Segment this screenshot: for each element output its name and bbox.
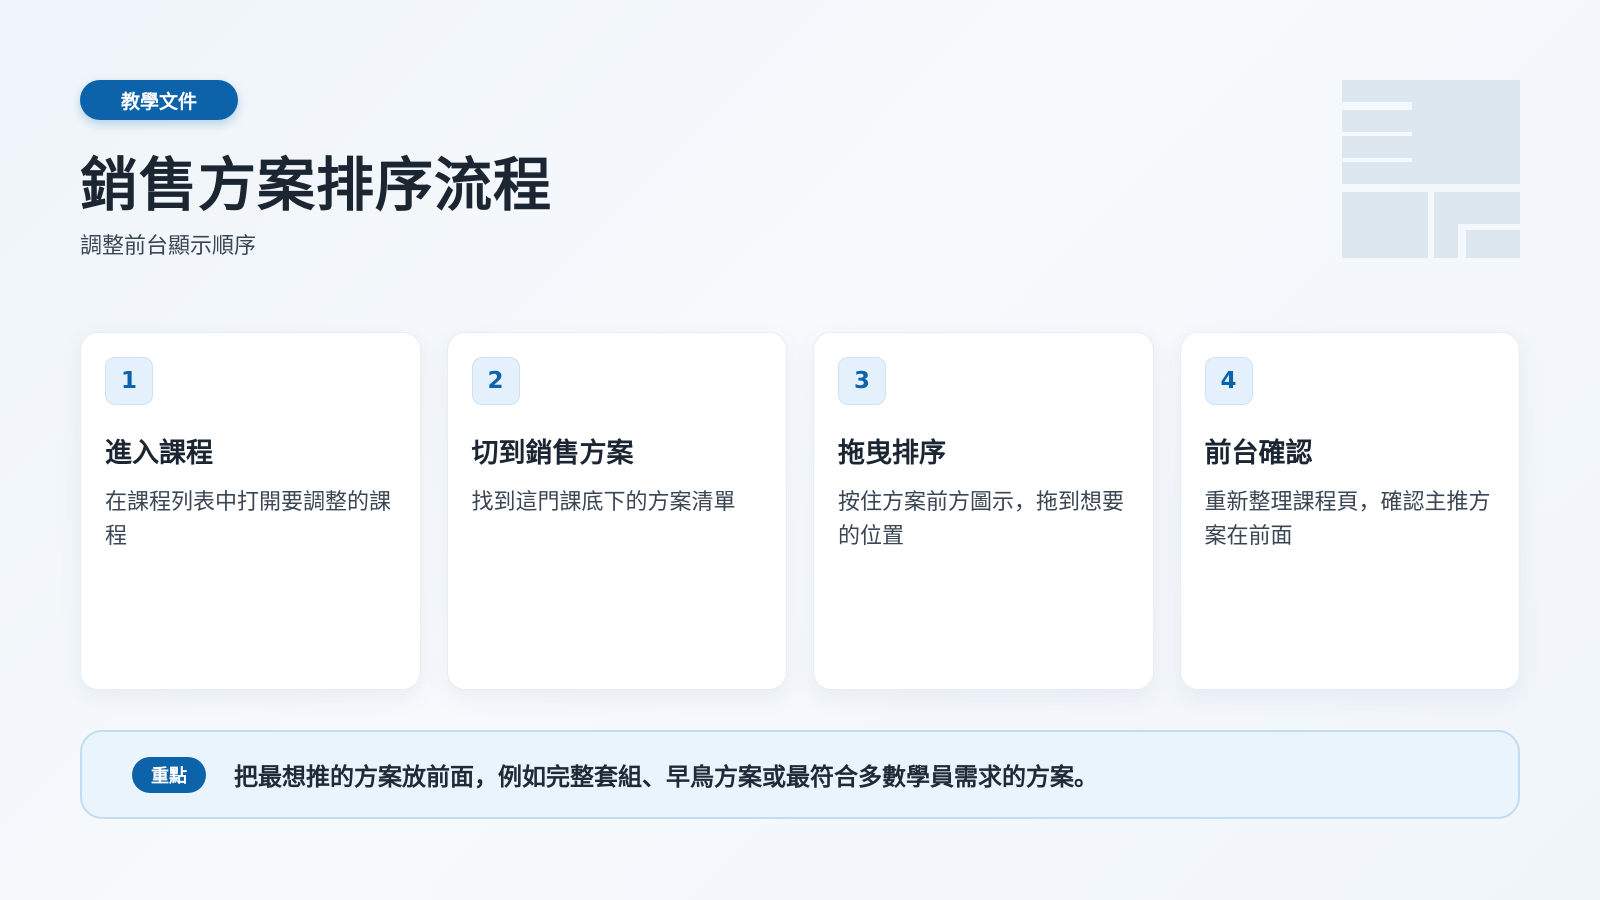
document-tag: 教學文件 [80, 80, 238, 120]
step-title: 切到銷售方案 [471, 438, 634, 469]
step-number: 4 [1204, 357, 1253, 405]
step-title: 前台確認 [1204, 438, 1313, 469]
step-number: 1 [105, 357, 153, 405]
step-title: 進入課程 [105, 438, 213, 469]
step-description: 重新整理課程頁，確認主推方案在前面 [1204, 490, 1491, 549]
step-title: 拖曳排序 [838, 438, 946, 469]
key-point-text: 把最想推的方案放前面，例如完整套組、早鳥方案或最符合多數學員需求的方案。 [234, 763, 1098, 791]
step-card-1: 1 進入課程 在課程列表中打開要調整的課程 [80, 332, 421, 690]
step-description: 按住方案前方圖示，拖到想要的位置 [838, 490, 1125, 549]
step-card-4: 4 前台確認 重新整理課程頁，確認主推方案在前面 [1179, 332, 1520, 690]
layout-grid-icon [1342, 80, 1520, 258]
key-point-callout: 重點 把最想推的方案放前面，例如完整套組、早鳥方案或最符合多數學員需求的方案。 [80, 730, 1520, 819]
step-card-3: 3 拖曳排序 按住方案前方圖示，拖到想要的位置 [813, 332, 1154, 690]
page-title: 銷售方案排序流程 [80, 151, 553, 219]
step-description: 在課程列表中打開要調整的課程 [105, 490, 392, 549]
step-description: 找到這門課底下的方案清單 [471, 490, 736, 515]
step-card-2: 2 切到銷售方案 找到這門課底下的方案清單 [446, 332, 787, 690]
key-point-badge: 重點 [132, 756, 206, 793]
page-subtitle: 調整前台顯示順序 [80, 234, 257, 259]
step-cards: 1 進入課程 在課程列表中打開要調整的課程 2 切到銷售方案 找到這門課底下的方… [80, 332, 1520, 690]
step-number: 3 [838, 357, 886, 405]
step-number: 2 [471, 357, 520, 405]
